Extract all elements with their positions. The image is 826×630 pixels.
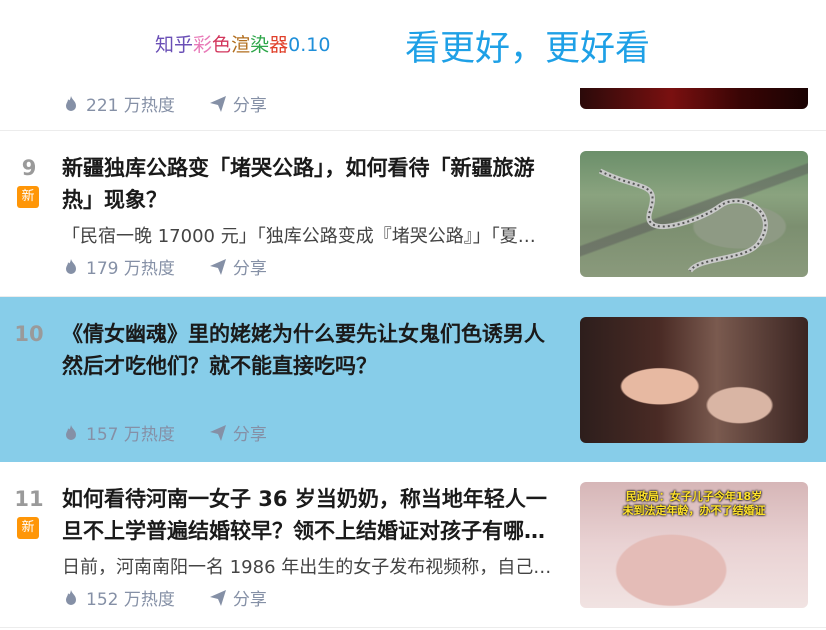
- item-excerpt[interactable]: 「民宿一晚 17000 元」「独库公路变成『堵哭公路』」「夏…: [62, 224, 560, 250]
- hot-list: 221 万热度 分享 9 新 新疆独库公路变「堵哭公路」，如何看待「新疆旅游热」…: [0, 60, 826, 628]
- app-title-char: 彩: [193, 34, 213, 56]
- heat-count: 157 万热度: [86, 425, 175, 445]
- app-title-char: 知: [155, 34, 175, 56]
- app-title-char: 器: [269, 34, 289, 56]
- heat-count: 221 万热度: [86, 96, 175, 116]
- thumbnail-caption-line: 未到法定年龄，办不了结婚证: [622, 504, 766, 517]
- item-meta: 179 万热度 分享: [62, 254, 267, 279]
- share-icon[interactable]: [209, 258, 227, 276]
- list-item[interactable]: 9 新 新疆独库公路变「堵哭公路」，如何看待「新疆旅游热」现象？ 「民宿一晚 1…: [0, 131, 826, 297]
- flame-icon: [62, 589, 80, 607]
- item-title[interactable]: 如何看待河南一女子 36 岁当奶奶，称当地年轻人一旦不上学普遍结婚较早？领不上结…: [62, 483, 562, 547]
- flame-icon: [62, 424, 80, 442]
- thumbnail-caption-line: 民政局：女子儿子今年18岁: [625, 490, 763, 503]
- share-icon[interactable]: [209, 424, 227, 442]
- top-banner: 知乎彩色渲染器0.10 看更好，更好看: [0, 0, 826, 88]
- rank-number: 9: [21, 156, 37, 180]
- item-excerpt[interactable]: 日前，河南南阳一名 1986 年出生的女子发布视频称，自己…: [62, 555, 560, 581]
- slogan: 看更好，更好看: [405, 29, 651, 69]
- share-button[interactable]: 分享: [233, 254, 267, 279]
- app-title-char: 渲: [231, 34, 251, 56]
- rank-number: 10: [14, 322, 44, 346]
- rank-number: 11: [14, 487, 44, 511]
- list-item[interactable]: 11 新 如何看待河南一女子 36 岁当奶奶，称当地年轻人一旦不上学普遍结婚较早…: [0, 462, 826, 628]
- share-button[interactable]: 分享: [233, 420, 267, 445]
- share-icon[interactable]: [209, 589, 227, 607]
- app-title: 知乎彩色渲染器0.10: [155, 30, 330, 57]
- heat-count: 152 万热度: [86, 590, 175, 610]
- item-title[interactable]: 新疆独库公路变「堵哭公路」，如何看待「新疆旅游热」现象？: [62, 152, 562, 216]
- item-meta: 221 万热度 分享: [62, 91, 267, 116]
- new-badge: 新: [17, 517, 39, 539]
- share-button[interactable]: 分享: [233, 585, 267, 610]
- thumbnail-caption: 民政局：女子儿子今年18岁 未到法定年龄，办不了结婚证: [580, 490, 808, 518]
- item-meta: 157 万热度 分享: [62, 420, 267, 445]
- share-button[interactable]: 分享: [233, 91, 267, 116]
- new-badge: 新: [17, 186, 39, 208]
- item-thumbnail[interactable]: [580, 151, 808, 277]
- list-item-highlighted[interactable]: 10 《倩女幽魂》里的姥姥为什么要先让女鬼们色诱男人然后才吃他们？就不能直接吃吗…: [0, 297, 826, 462]
- flame-icon: [62, 95, 80, 113]
- item-meta: 152 万热度 分享: [62, 585, 267, 610]
- item-thumbnail[interactable]: [580, 317, 808, 443]
- app-title-char: 乎: [174, 34, 194, 56]
- item-title[interactable]: 《倩女幽魂》里的姥姥为什么要先让女鬼们色诱男人然后才吃他们？就不能直接吃吗？: [62, 318, 562, 382]
- share-icon[interactable]: [209, 95, 227, 113]
- heat-count: 179 万热度: [86, 259, 175, 279]
- app-title-char: 染: [250, 34, 270, 56]
- flame-icon: [62, 258, 80, 276]
- app-title-char: 色: [212, 34, 232, 56]
- item-thumbnail[interactable]: 民政局：女子儿子今年18岁 未到法定年龄，办不了结婚证: [580, 482, 808, 608]
- app-title-version: 0.10: [288, 34, 331, 56]
